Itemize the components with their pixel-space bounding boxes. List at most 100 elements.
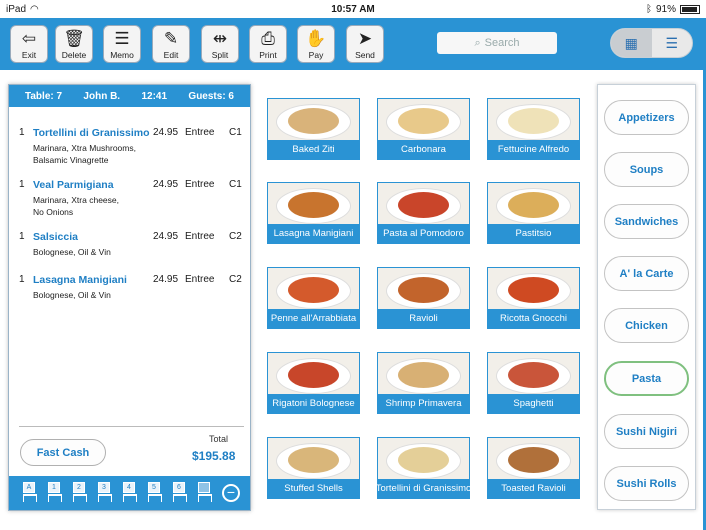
order-price: 24.95 <box>153 274 179 285</box>
seat-chair-icon: 2 <box>73 482 85 493</box>
menu-item[interactable]: Pasta al Pomodoro <box>377 182 470 244</box>
menu-item-label: Shrimp Primavera <box>378 394 469 413</box>
order-name: Tortellini di Granissimo <box>33 127 150 139</box>
seat-chair-icon: A <box>23 482 35 493</box>
order-course: Entree <box>185 231 215 242</box>
category-sushi-nigiri[interactable]: Sushi Nigiri <box>604 414 689 449</box>
ticket-time: 12:41 <box>141 90 168 102</box>
category-sushi-rolls[interactable]: Sushi Rolls <box>604 466 689 501</box>
menu-item-label: Fettucine Alfredo <box>488 140 579 159</box>
seat-button-2[interactable]: 2 <box>73 482 87 504</box>
category-appetizers[interactable]: Appetizers <box>604 100 689 135</box>
search-placeholder: Search <box>484 37 520 49</box>
menu-item[interactable]: Fettucine Alfredo <box>487 98 580 160</box>
food-photo <box>378 438 469 480</box>
category-pasta[interactable]: Pasta <box>604 361 689 396</box>
order-modifier-line: Bolognese, Oil & Vin <box>33 247 111 257</box>
menu-item[interactable]: Ricotta Gnocchi <box>487 267 580 329</box>
seat-button-4[interactable]: 4 <box>123 482 137 504</box>
delete-button[interactable]: 🗑 Delete <box>55 25 93 63</box>
order-name: Lasagna Manigiani <box>33 274 127 286</box>
status-bar: iPad ◠ 10:57 AM ᛒ 91% <box>0 0 706 18</box>
menu-item[interactable]: Carbonara <box>377 98 470 160</box>
grid-view-button[interactable]: ▦ <box>611 29 652 57</box>
memo-icon: ☰ <box>114 29 130 48</box>
guest-count: Guests: 6 <box>188 90 234 102</box>
menu-item[interactable]: Lasagna Manigiani <box>267 182 360 244</box>
seat-button-add[interactable] <box>198 482 212 504</box>
order-modifiers: Bolognese, Oil & Vin <box>33 289 163 301</box>
print-button[interactable]: ⎙ Print <box>249 25 287 63</box>
send-label: Send <box>355 50 375 60</box>
order-modifiers: Marinara, Xtra cheese, No Onions <box>33 194 163 218</box>
category-sandwiches[interactable]: Sandwiches <box>604 204 689 239</box>
edit-button[interactable]: ✎ Edit <box>152 25 190 63</box>
food-photo <box>378 353 469 395</box>
seat-button-1[interactable]: 1 <box>48 482 62 504</box>
menu-item-label: Stuffed Shells <box>268 479 359 498</box>
menu-item[interactable]: Rigatoni Bolognese <box>267 352 360 414</box>
toolbar: ⇦ Exit 🗑 Delete ☰ Memo ✎ Edit ⇹ Split ⎙ … <box>0 18 706 70</box>
menu-item[interactable]: Baked Ziti <box>267 98 360 160</box>
edit-icon: ✎ <box>163 29 179 48</box>
order-qty: 1 <box>19 127 25 138</box>
print-label: Print <box>259 50 277 60</box>
seat-bar: A 1 2 3 4 5 6 − <box>9 476 250 510</box>
fast-cash-button[interactable]: Fast Cash <box>20 439 106 466</box>
menu-item[interactable]: Pastitsio <box>487 182 580 244</box>
split-label: Split <box>211 50 229 60</box>
food-photo <box>268 183 359 225</box>
category-chicken[interactable]: Chicken <box>604 308 689 343</box>
search-input[interactable]: ⌕ Search <box>437 32 557 54</box>
menu-item[interactable]: Spaghetti <box>487 352 580 414</box>
menu-item-label: Spaghetti <box>488 394 579 413</box>
order-name: Veal Parmigiana <box>33 179 114 191</box>
seat-button-3[interactable]: 3 <box>98 482 112 504</box>
minus-circle-icon[interactable]: − <box>222 484 240 502</box>
food-photo <box>378 268 469 310</box>
category-panel: Appetizers Soups Sandwiches A' la Carte … <box>597 84 696 510</box>
order-price: 24.95 <box>153 179 179 190</box>
category-soups[interactable]: Soups <box>604 152 689 187</box>
category-a-la-carte[interactable]: A' la Carte <box>604 256 689 291</box>
list-view-button[interactable]: ☰ <box>652 29 693 57</box>
menu-item[interactable]: Toasted Ravioli <box>487 437 580 499</box>
printer-icon: ⎙ <box>261 29 275 48</box>
menu-item-label: Ricotta Gnocchi <box>488 309 579 328</box>
wifi-icon: ◠ <box>30 3 39 15</box>
memo-button[interactable]: ☰ Memo <box>103 25 141 63</box>
exit-button[interactable]: ⇦ Exit <box>10 25 48 63</box>
edit-label: Edit <box>163 50 179 60</box>
order-modifier-line: Marinara, Xtra Mushrooms, <box>33 143 136 153</box>
bluetooth-icon: ᛒ <box>645 3 652 15</box>
menu-item-label: Lasagna Manigiani <box>268 224 359 243</box>
ticket-header: Table: 7 John B. 12:41 Guests: 6 <box>9 85 250 107</box>
menu-item-label: Pastitsio <box>488 224 579 243</box>
send-button[interactable]: ➤ Send <box>346 25 384 63</box>
food-photo <box>488 183 579 225</box>
split-button[interactable]: ⇹ Split <box>201 25 239 63</box>
seat-chair-icon: 5 <box>148 482 160 493</box>
menu-item[interactable]: Tortellini di Granissimo <box>376 437 471 499</box>
menu-item[interactable]: Shrimp Primavera <box>377 352 470 414</box>
send-icon: ➤ <box>357 29 373 48</box>
grid-view-icon: ▦ <box>624 34 638 51</box>
order-course: Entree <box>185 127 215 138</box>
seat-button-6[interactable]: 6 <box>173 482 187 504</box>
menu-item-label: Toasted Ravioli <box>488 479 579 498</box>
pay-button[interactable]: ✋ Pay <box>297 25 335 63</box>
seat-button-5[interactable]: 5 <box>148 482 162 504</box>
battery-percent: 91% <box>655 3 676 15</box>
ticket-divider <box>19 426 244 427</box>
menu-item[interactable]: Stuffed Shells <box>267 437 360 499</box>
menu-item[interactable]: Penne all'Arrabbiata <box>267 267 360 329</box>
memo-label: Memo <box>110 50 134 60</box>
menu-item-label: Pasta al Pomodoro <box>378 224 469 243</box>
order-modifiers: Marinara, Xtra Mushrooms, Balsamic Vinag… <box>33 142 163 166</box>
menu-item[interactable]: Ravioli <box>377 267 470 329</box>
food-photo <box>488 268 579 310</box>
food-photo <box>268 268 359 310</box>
seat-chair-icon: 1 <box>48 482 60 493</box>
seat-button-a[interactable]: A <box>23 482 37 504</box>
food-photo <box>268 438 359 480</box>
